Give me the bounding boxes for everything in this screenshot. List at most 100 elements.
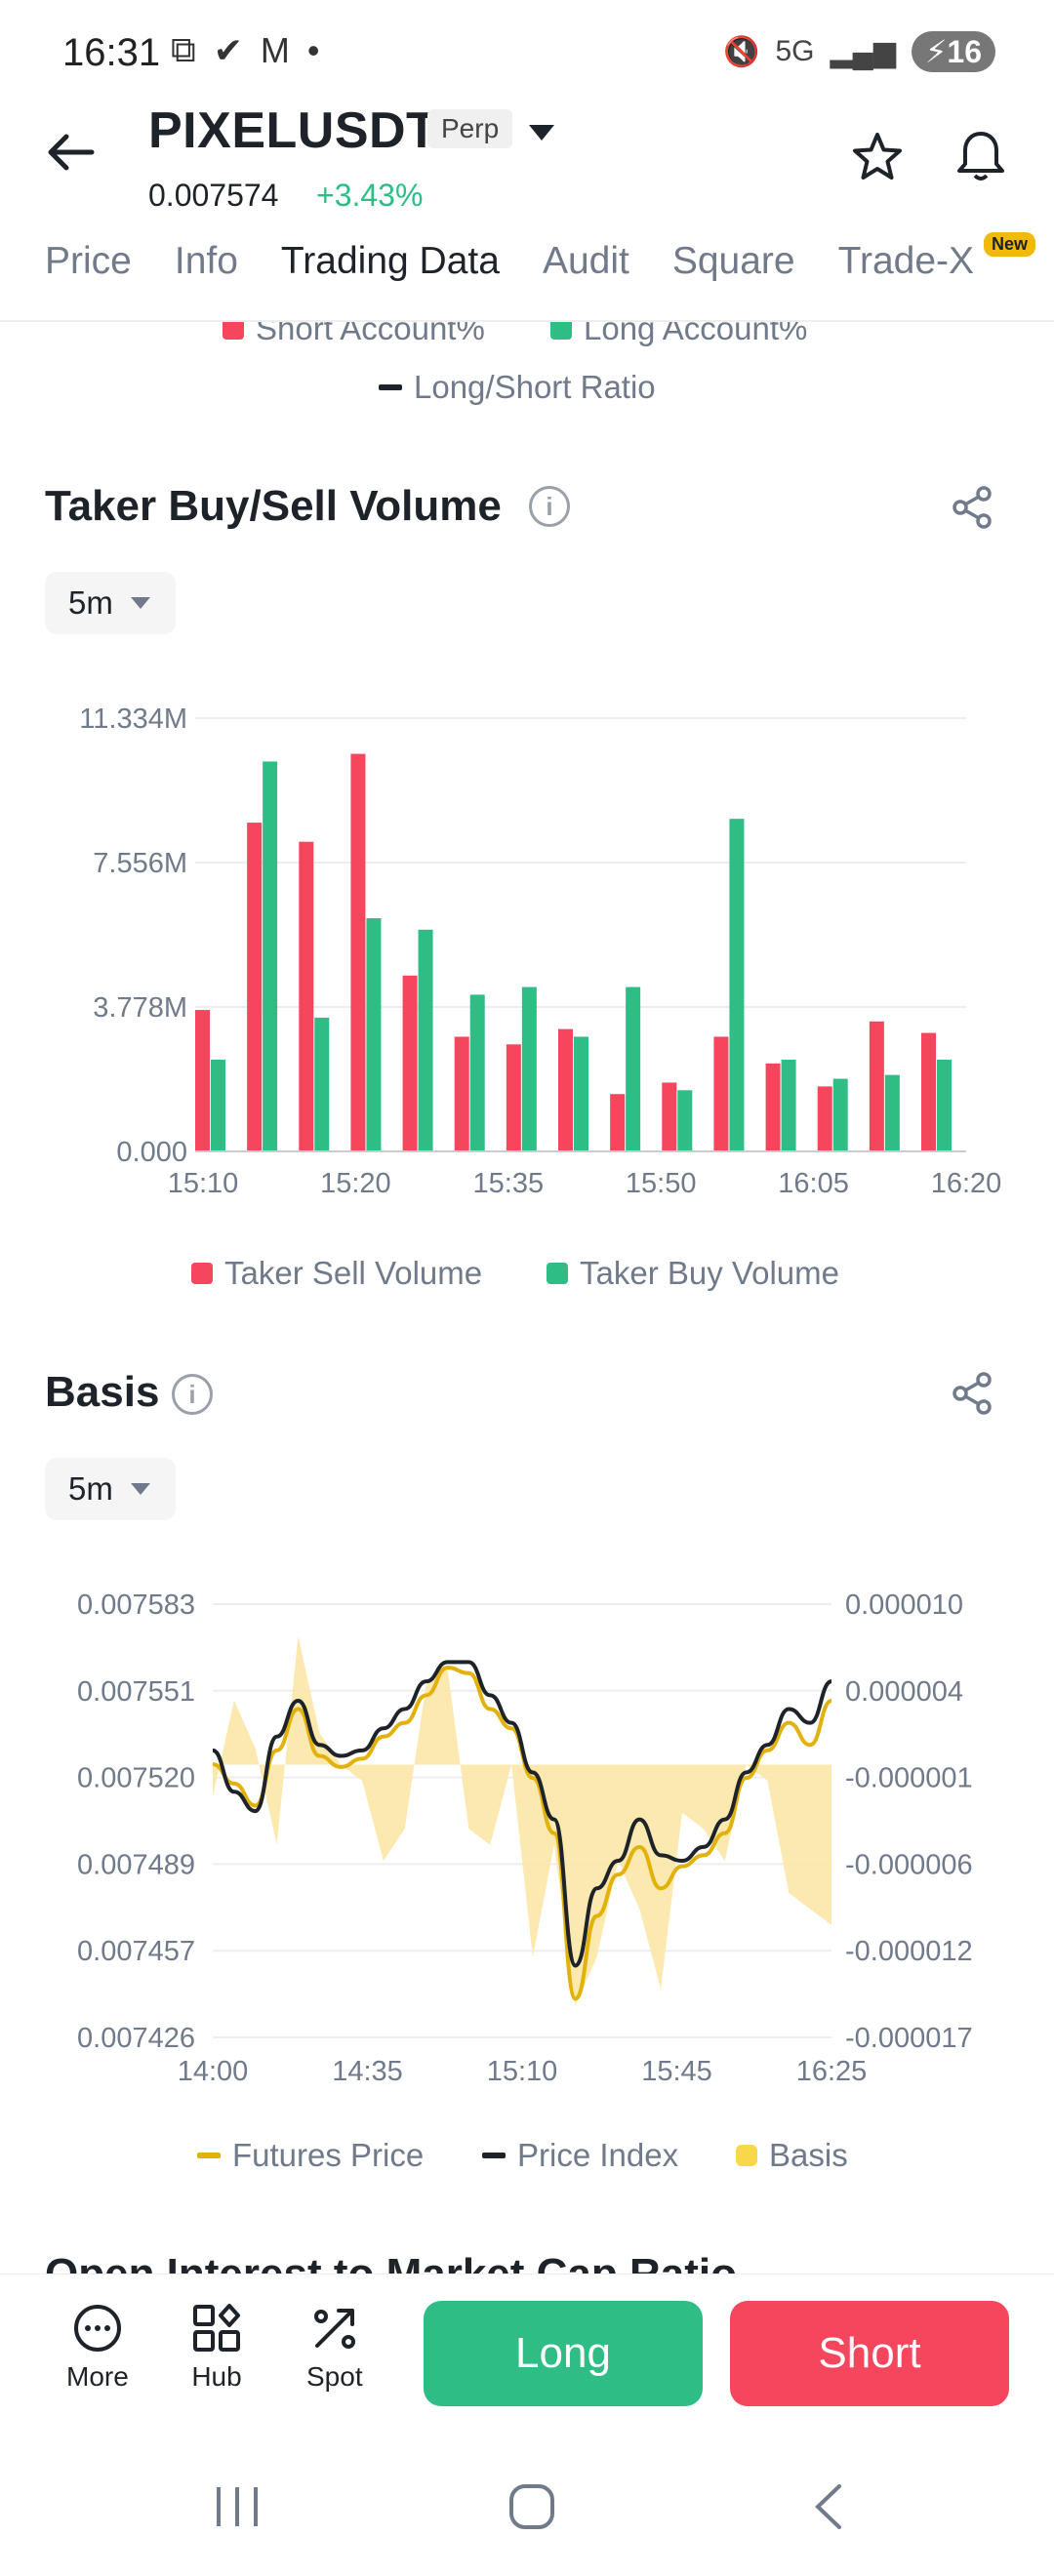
tab-square[interactable]: Square: [672, 240, 795, 283]
taker-sell-bar: [247, 823, 263, 1151]
taker-sell-bar: [299, 841, 314, 1151]
spot-button[interactable]: Spot: [306, 2303, 363, 2393]
recents-icon[interactable]: [213, 2484, 262, 2534]
basis-y-right-tick: -0.000012: [845, 1936, 973, 1967]
taker-sell-bar: [869, 1021, 884, 1151]
taker-sell-bar: [817, 1086, 832, 1151]
basis-y-left-tick: 0.007551: [77, 1676, 195, 1708]
taker-buy-bar: [884, 1074, 900, 1151]
taker-y-tick: 11.334M: [79, 704, 187, 735]
taker-sell-bar: [402, 975, 418, 1151]
basis-share-icon[interactable]: [951, 1372, 993, 1420]
chevron-down-icon: [130, 1483, 150, 1495]
more-icon: [73, 2305, 121, 2352]
long-button[interactable]: Long: [424, 2301, 703, 2406]
taker-x-tick: 15:20: [320, 1168, 391, 1199]
taker-info-icon[interactable]: i: [529, 486, 570, 527]
basis-info-icon[interactable]: i: [172, 1374, 213, 1415]
legend-swatch: [736, 2145, 757, 2166]
taker-sell-bar: [765, 1063, 781, 1151]
signal-icon: ▂▄▆: [830, 35, 896, 68]
taker-x-tick: 16:05: [778, 1168, 849, 1199]
back-nav-icon[interactable]: [810, 2482, 845, 2536]
basis-x-tick: 14:35: [332, 2056, 403, 2087]
taker-buy-bar: [937, 1059, 952, 1151]
taker-sell-bar: [662, 1082, 677, 1151]
status-time: 16:31: [62, 31, 161, 74]
taker-buy-bar: [574, 1036, 588, 1151]
taker-sell-bar: [454, 1036, 469, 1151]
tab-bar: Price Info Trading Data Audit Square Tra…: [45, 240, 1054, 283]
taker-buy-bar: [469, 994, 485, 1151]
basis-interval-select[interactable]: 5m: [45, 1458, 176, 1520]
taker-volume-title: Taker Buy/Sell Volume: [45, 482, 502, 530]
taker-y-tick: 3.778M: [93, 992, 187, 1024]
basis-y-left-tick: 0.007489: [77, 1849, 195, 1880]
basis-x-tick: 15:45: [641, 2056, 712, 2087]
header-divider-2: [0, 320, 1054, 322]
contract-type-badge: Perp: [427, 109, 513, 148]
taker-x-tick: 15:10: [168, 1168, 239, 1199]
tab-trade-x[interactable]: Trade-X: [838, 240, 974, 283]
taker-volume-chart: 0.000 3.778M 7.556M 11.334M 15:10 15:20 15:35 1…: [79, 704, 1001, 1199]
tab-info[interactable]: Info: [175, 240, 238, 283]
taker-sell-bar: [921, 1032, 936, 1151]
star-icon[interactable]: [851, 131, 904, 188]
basis-y-right-tick: 0.000010: [845, 1590, 963, 1621]
basis-x-tick: 15:10: [487, 2056, 558, 2087]
taker-sell-bar: [195, 1010, 210, 1151]
taker-interval-select[interactable]: 5m: [45, 572, 176, 634]
battery-indicator: ⚡16: [911, 31, 995, 72]
taker-buy-bar: [832, 1078, 848, 1151]
basis-x-tick: 16:25: [796, 2056, 868, 2087]
network-label: 5G: [775, 35, 815, 67]
taker-buy-bar: [211, 1059, 225, 1151]
legend-basis: Basis: [736, 2137, 848, 2174]
taker-buy-bar: [677, 1090, 693, 1151]
basis-chart: 0.007426 0.007457 0.007489 0.007520 0.007551…: [77, 1590, 973, 2087]
last-price: 0.007574: [148, 178, 279, 213]
mail-icon: M: [260, 29, 290, 70]
legend-price-index: Price Index: [482, 2137, 678, 2174]
taker-buy-bar: [314, 1017, 330, 1151]
basis-y-right-tick: 0.000004: [845, 1676, 963, 1708]
basis-y-left-tick: 0.007426: [77, 2023, 195, 2054]
taker-y-tick: 0.000: [116, 1137, 187, 1168]
scroll-mask: [0, 293, 1054, 322]
legend-swatch: [197, 2153, 221, 2158]
taker-y-tick: 7.556M: [93, 848, 187, 879]
tab-price[interactable]: Price: [45, 240, 132, 283]
short-button[interactable]: Short: [730, 2301, 1009, 2406]
dot-icon: •: [306, 29, 320, 70]
symbol-dropdown-icon[interactable]: [527, 123, 556, 147]
price-change: +3.43%: [316, 178, 424, 213]
tab-trading-data[interactable]: Trading Data: [281, 240, 500, 283]
new-badge: New: [984, 232, 1036, 257]
hub-icon: [193, 2304, 240, 2352]
taker-buy-bar: [263, 761, 278, 1151]
legend-swatch: [191, 1263, 213, 1284]
basis-y-right-tick: -0.000006: [845, 1849, 973, 1880]
status-notification-icons: ⧉ ✔ M •: [171, 29, 320, 71]
taker-buy-bar: [781, 1059, 796, 1151]
tab-audit[interactable]: Audit: [543, 240, 629, 283]
back-arrow-icon[interactable]: [45, 133, 96, 177]
status-system-icons: 🔇 5G ▂▄▆ ⚡16: [723, 31, 995, 72]
hub-button[interactable]: Hub: [191, 2303, 242, 2393]
legend-long-short-ratio: Long/Short Ratio: [379, 369, 656, 406]
home-icon[interactable]: [507, 2482, 556, 2536]
taker-share-icon[interactable]: [951, 486, 993, 534]
taker-sell-bar: [350, 753, 366, 1151]
more-button[interactable]: More: [66, 2303, 129, 2393]
legend-futures-price: Futures Price: [197, 2137, 424, 2174]
basis-title: Basis: [45, 1368, 160, 1416]
bell-icon[interactable]: [954, 129, 1007, 188]
symbol-name[interactable]: PIXELUSDT: [148, 101, 437, 160]
basis-y-left-tick: 0.007520: [77, 1763, 195, 1794]
basis-y-left-tick: 0.007457: [77, 1936, 195, 1967]
basis-y-right-tick: -0.000001: [845, 1763, 973, 1794]
taker-sell-bar: [713, 1036, 729, 1151]
chevron-down-icon: [130, 597, 150, 609]
legend-swatch: [547, 1263, 568, 1284]
taker-buy-bar: [418, 929, 433, 1151]
